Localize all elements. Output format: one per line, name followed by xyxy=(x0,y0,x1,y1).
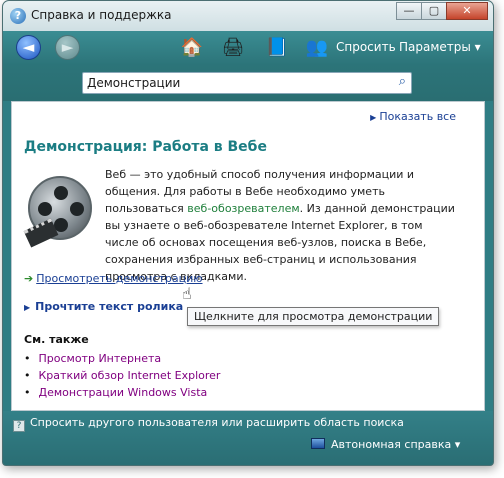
see-also-list: • Просмотр Интернета • Краткий обзор Inter… xyxy=(24,350,220,401)
see-also-heading: См. также xyxy=(24,333,89,346)
read-script-label: Прочтите текст ролика xyxy=(35,300,184,313)
list-item[interactable]: • Демонстрации Windows Vista xyxy=(24,384,220,401)
forward-button[interactable]: ► xyxy=(55,35,80,60)
description-text: Веб — это удобный способ получения инфор… xyxy=(105,168,455,283)
minimize-button[interactable]: — xyxy=(396,2,422,20)
expand-icon: ▶ xyxy=(24,303,31,312)
status-bar: ? Спросить другого пользователя или расши… xyxy=(3,411,493,465)
search-bar: ⌕ xyxy=(3,65,493,101)
back-button[interactable]: ◄ xyxy=(16,35,41,60)
help-window: ? Справка и поддержка — ▢ ✕ ◄ ► 🏠 🖨 📘 👥 … xyxy=(2,0,494,466)
search-input[interactable] xyxy=(87,75,387,91)
bullet-icon: • xyxy=(24,369,31,382)
title-bar: ? Справка и поддержка — ▢ ✕ xyxy=(3,1,493,31)
expand-icon: ▶ xyxy=(370,113,377,122)
help-content: ▶ Показать все Демонстрация: Работа в Веб… xyxy=(11,101,485,411)
close-button[interactable]: ✕ xyxy=(446,2,488,20)
view-demo-row: ➔ Просмотреть демонстрацию xyxy=(24,272,203,285)
search-box: ⌕ xyxy=(82,72,412,94)
browser-glossary-link[interactable]: веб-обозревателем xyxy=(187,202,299,215)
ask-button[interactable]: Спросить xyxy=(336,40,396,54)
list-item[interactable]: • Просмотр Интернета xyxy=(24,350,220,367)
search-icon[interactable]: ⌕ xyxy=(399,74,406,89)
window-controls: — ▢ ✕ xyxy=(396,2,488,20)
list-item[interactable]: • Краткий обзор Internet Explorer xyxy=(24,367,220,384)
arrow-right-icon: ➔ xyxy=(24,272,34,285)
home-icon[interactable]: 🏠 xyxy=(180,36,204,60)
ask-icon[interactable]: 👥 xyxy=(305,36,329,60)
bullet-icon: • xyxy=(24,386,31,399)
print-icon[interactable]: 🖨 xyxy=(221,36,245,60)
help-icon: ? xyxy=(10,8,26,24)
ask-other-link[interactable]: ? Спросить другого пользователя или расши… xyxy=(13,416,404,432)
hand-cursor-icon: ☝ xyxy=(182,284,192,303)
toolbar: ◄ ► 🏠 🖨 📘 👥 Спросить Параметры ▾ xyxy=(3,31,493,65)
read-script-link[interactable]: ▶ Прочтите текст ролика xyxy=(24,300,183,313)
info-icon: ? xyxy=(13,420,25,432)
monitor-icon xyxy=(311,438,325,449)
page-title: Демонстрация: Работа в Вебе xyxy=(24,139,267,155)
browse-help-icon[interactable]: 📘 xyxy=(265,36,289,60)
tooltip: Щелкните для просмотра демонстрации xyxy=(187,307,440,326)
options-button[interactable]: Параметры ▾ xyxy=(399,40,481,54)
show-all-link[interactable]: ▶ Показать все xyxy=(370,110,456,123)
view-demo-link[interactable]: Просмотреть демонстрацию xyxy=(36,272,202,285)
bullet-icon: • xyxy=(24,352,31,365)
window-title: Справка и поддержка xyxy=(31,8,172,22)
film-strip-icon xyxy=(23,218,59,248)
show-all-label: Показать все xyxy=(379,110,456,123)
offline-help-button[interactable]: Автономная справка ▾ xyxy=(311,438,460,451)
maximize-button[interactable]: ▢ xyxy=(421,2,447,20)
